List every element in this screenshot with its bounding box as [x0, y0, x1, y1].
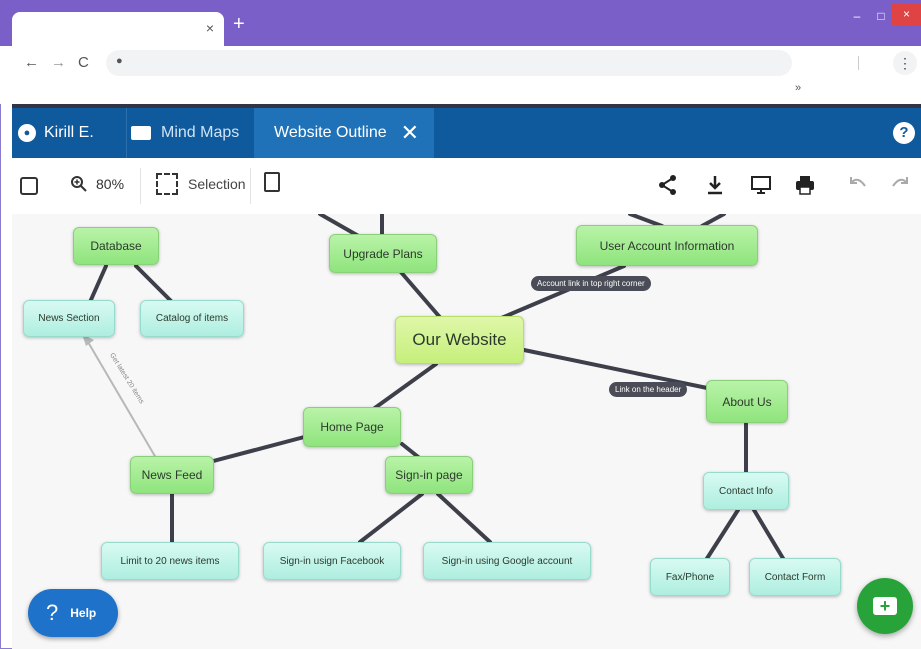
back-button[interactable]: ← [24, 54, 39, 71]
tab-close-icon[interactable]: × [206, 20, 214, 36]
selection-tool[interactable]: Selection [156, 172, 246, 196]
node-signin-google[interactable]: Sign-in using Google account [423, 542, 591, 580]
node-upgrade-plans[interactable]: Upgrade Plans [329, 234, 437, 273]
folder-icon [131, 126, 151, 140]
forward-button[interactable]: → [51, 54, 66, 71]
lock-icon: ● [116, 55, 123, 67]
connector-label-link-header[interactable]: Link on the header [609, 382, 688, 397]
toolbar-divider [250, 168, 251, 204]
node-home-page[interactable]: Home Page [303, 407, 401, 447]
undo-icon[interactable] [848, 174, 868, 194]
node-news-feed[interactable]: News Feed [130, 456, 214, 494]
connector-label-account-link[interactable]: Account link in top right corner [531, 276, 651, 291]
add-icon: + [873, 597, 897, 615]
toolbar-separator [858, 56, 859, 70]
node-signin-facebook[interactable]: Sign-in usign Facebook [263, 542, 401, 580]
print-icon[interactable] [794, 174, 816, 196]
user-menu[interactable]: ● Kirill E. [12, 108, 94, 158]
node-limit-news[interactable]: Limit to 20 news items [101, 542, 239, 580]
url-input[interactable]: ● [106, 50, 792, 76]
node-signin-page[interactable]: Sign-in page [385, 456, 473, 494]
selection-label: Selection [188, 176, 246, 192]
help-label: Help [70, 606, 97, 620]
help-icon[interactable]: ? [893, 122, 915, 144]
new-tab-button[interactable]: + [233, 14, 245, 34]
app-header: ● Kirill E. Mind Maps Website Outline ✕ … [12, 108, 921, 158]
browser-tab[interactable]: × [12, 12, 224, 46]
selection-icon [156, 173, 178, 195]
help-button[interactable]: ? Help [28, 589, 118, 637]
user-name: Kirill E. [44, 124, 94, 141]
redo-icon[interactable] [890, 174, 910, 194]
question-icon: ? [46, 600, 59, 625]
present-icon[interactable] [750, 174, 772, 196]
node-database[interactable]: Database [73, 227, 159, 265]
zoom-control[interactable]: 80% [70, 172, 124, 196]
zoom-icon [71, 176, 87, 192]
fit-screen-icon[interactable] [20, 177, 38, 195]
zoom-level: 80% [96, 176, 125, 192]
mind-maps-link[interactable]: Mind Maps [126, 108, 257, 158]
map-toolbar: 80% Selection [12, 158, 921, 214]
add-node-button[interactable]: + [857, 578, 913, 634]
share-icon[interactable] [658, 174, 678, 196]
address-bar-area: ← → C ● ⋮ » [0, 46, 921, 104]
close-window-button[interactable]: × [892, 4, 921, 26]
close-map-icon[interactable]: ✕ [401, 120, 419, 146]
node-contact-form[interactable]: Contact Form [749, 558, 841, 596]
maximize-button[interactable]: □ [870, 10, 892, 24]
mindmap-canvas[interactable]: Database News Section Catalog of items U… [12, 214, 921, 649]
node-catalog[interactable]: Catalog of items [140, 300, 244, 337]
bookmarks-overflow-icon[interactable]: » [795, 82, 801, 94]
minimize-button[interactable]: – [846, 10, 868, 24]
node-user-account[interactable]: User Account Information [576, 225, 758, 266]
node-news-section[interactable]: News Section [23, 300, 115, 337]
tab-website-outline[interactable]: Website Outline ✕ [254, 108, 434, 158]
mind-maps-label: Mind Maps [161, 124, 240, 141]
browser-titlebar: × + – □ × [0, 0, 921, 46]
user-icon: ● [18, 124, 36, 142]
toolbar-divider [140, 168, 141, 204]
reload-button[interactable]: C [78, 54, 89, 71]
node-fax-phone[interactable]: Fax/Phone [650, 558, 730, 596]
download-icon[interactable] [706, 174, 724, 196]
tab-title: Website Outline [274, 124, 387, 141]
node-about-us[interactable]: About Us [706, 380, 788, 423]
browser-menu-icon[interactable]: ⋮ [893, 51, 917, 75]
node-our-website[interactable]: Our Website [395, 316, 524, 364]
node-contact-info[interactable]: Contact Info [703, 472, 789, 510]
clipboard-icon[interactable] [264, 172, 280, 192]
